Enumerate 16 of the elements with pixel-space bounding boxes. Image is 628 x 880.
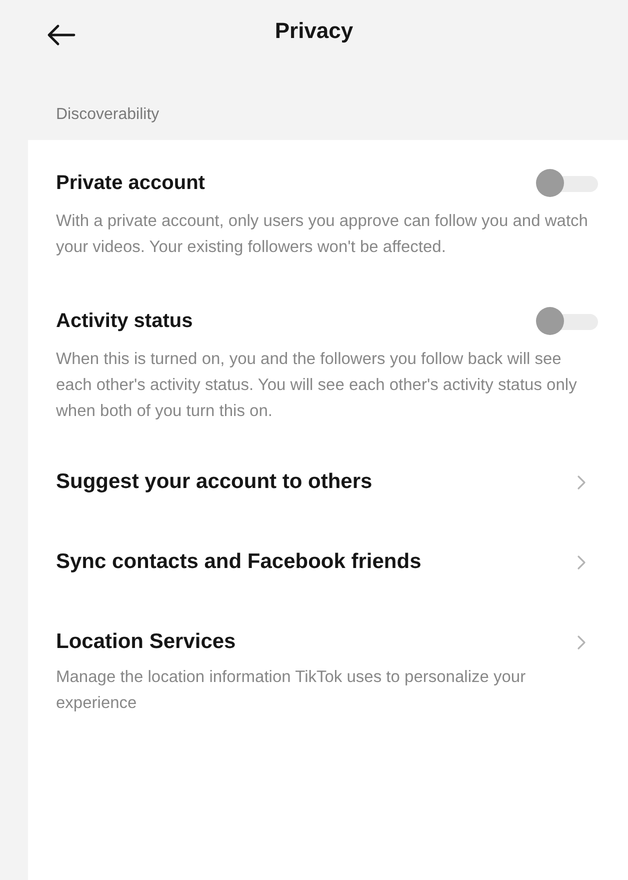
page-title: Privacy xyxy=(274,18,354,44)
toggle-switch[interactable] xyxy=(534,306,600,336)
setting-description: When this is turned on, you and the followers you follow back will see each other's activity status. You will see each other's activity status only when both of you turn this on. xyxy=(56,349,578,422)
back-arrow-icon[interactable] xyxy=(46,24,76,46)
section-label: Discoverability xyxy=(56,106,160,125)
setting-title: Activity status xyxy=(56,310,193,332)
setting-description: Manage the location information TikTok uses to personalize your experience xyxy=(56,667,527,714)
toggle-switch[interactable] xyxy=(534,168,600,198)
setting-title[interactable]: Sync contacts and Facebook friends xyxy=(56,550,422,574)
setting-title[interactable]: Location Services xyxy=(56,630,236,654)
chevron-right-icon[interactable] xyxy=(577,554,586,570)
chevron-right-icon[interactable] xyxy=(577,474,586,490)
setting-description: With a private account, only users you approve can follow you and watch your videos. Your existing followers won't be affected. xyxy=(56,211,589,258)
setting-title[interactable]: Suggest your account to others xyxy=(56,470,372,494)
chevron-right-icon[interactable] xyxy=(577,634,586,650)
setting-title: Private account xyxy=(56,172,205,194)
